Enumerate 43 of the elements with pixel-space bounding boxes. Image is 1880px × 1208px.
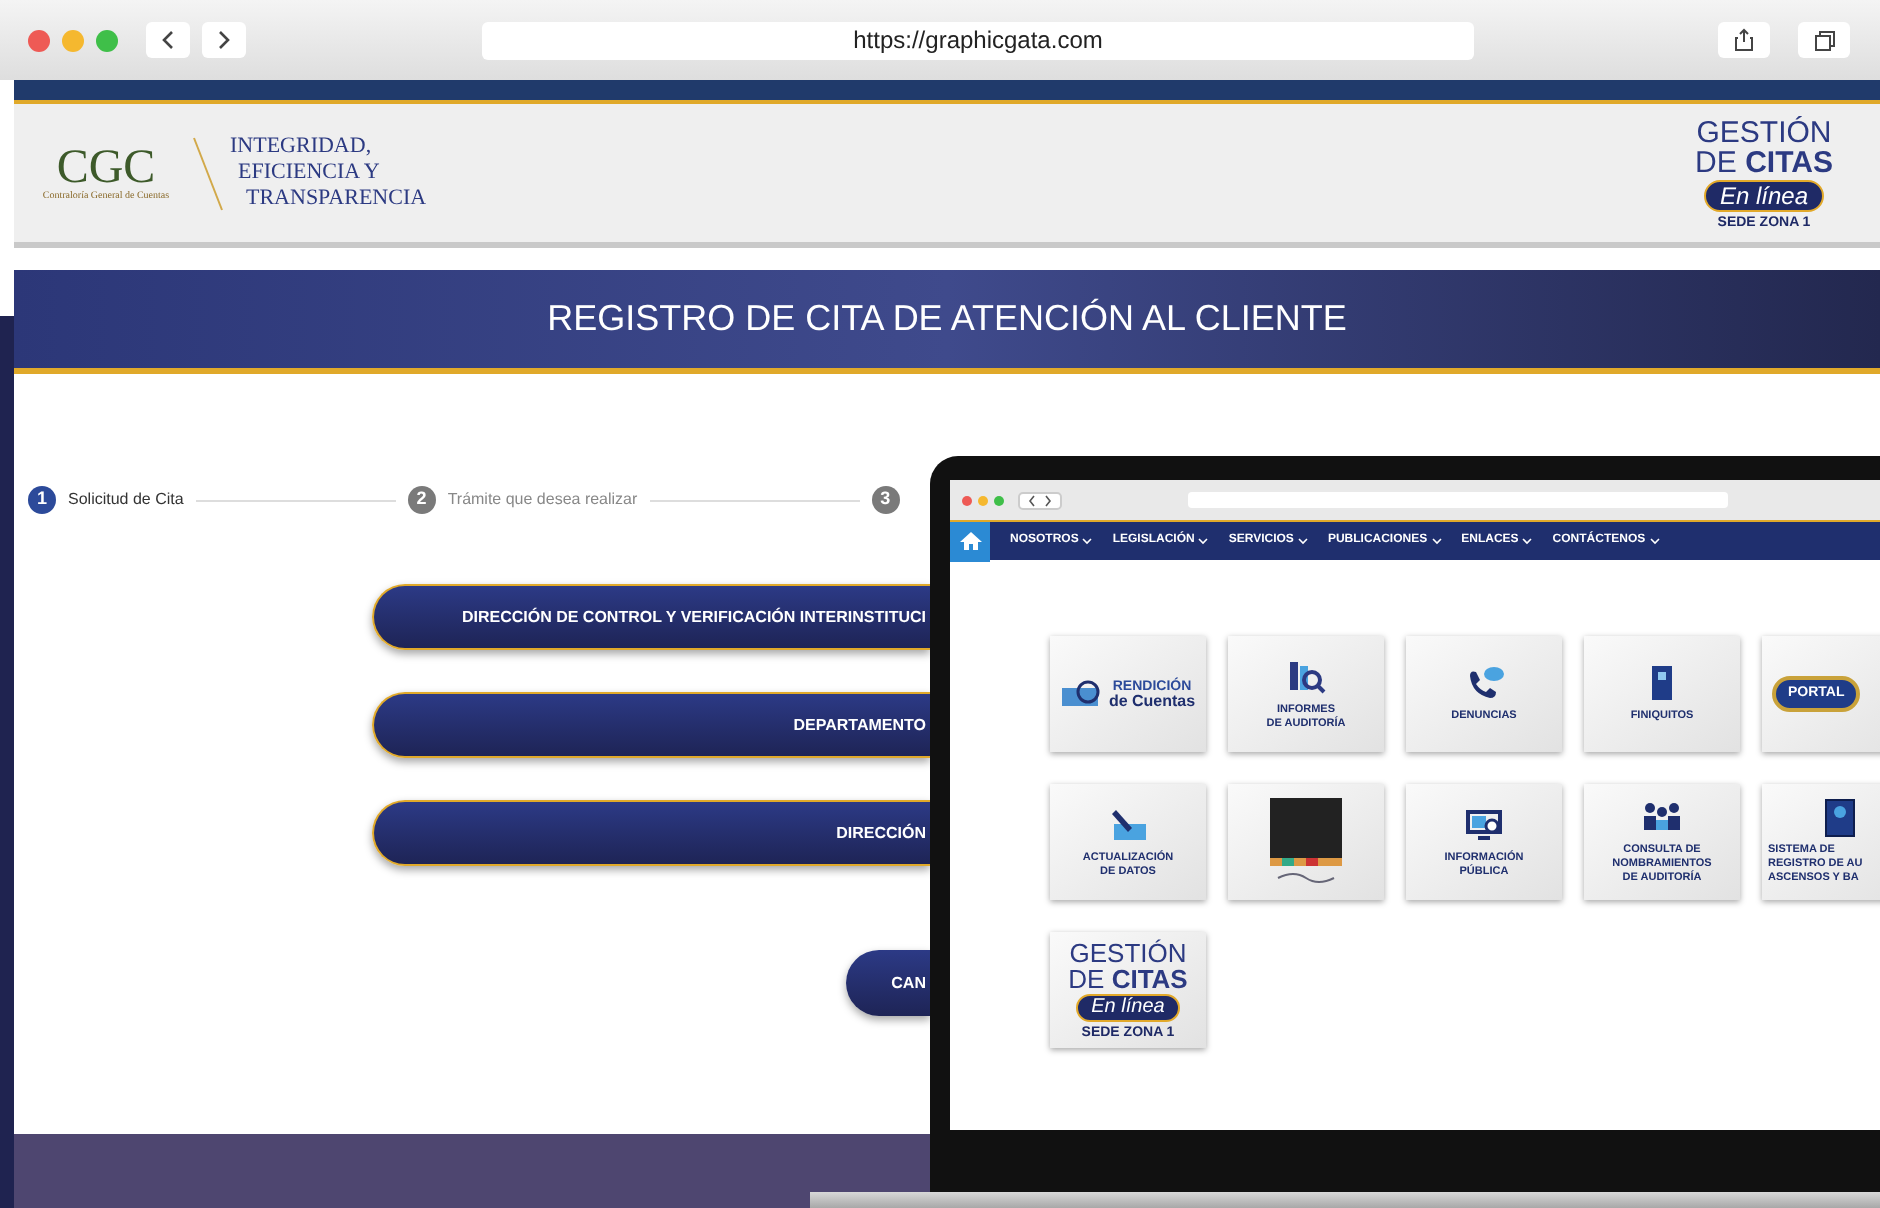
caret-down-icon [1297, 537, 1308, 545]
step-label: Solicitud de Cita [68, 488, 184, 512]
emblem-text: CGC [56, 144, 156, 192]
divider-line-icon [190, 133, 226, 213]
phone-chat-icon [1464, 664, 1504, 704]
step-number[interactable]: 2 [407, 486, 436, 514]
book-icon [1820, 798, 1860, 838]
tile-label: de Cuentas [1108, 693, 1196, 709]
tabs-icon [1813, 29, 1835, 51]
option-button[interactable]: DIRECCIÓN [372, 800, 930, 866]
slogan-line: TRANSPARENCIA [244, 186, 427, 212]
poster-thumbnail-drawing [1270, 798, 1342, 886]
buildings-magnifier-icon [1060, 678, 1105, 710]
slogan-line: EFICIENCIA Y [236, 160, 382, 186]
step-number[interactable]: 3 [871, 486, 900, 514]
chevron-right-icon [218, 30, 230, 50]
option-button[interactable]: DIRECCIÓN DE CONTROL Y VERIFICACIÓN INTERINSTITUCI [372, 584, 930, 650]
monitor-icon [1464, 805, 1504, 845]
back-button[interactable] [146, 22, 190, 58]
caret-down-icon [1198, 537, 1209, 545]
share-button[interactable] [1718, 22, 1770, 58]
pencil-icon [1108, 805, 1148, 845]
forward-button[interactable] [202, 22, 246, 58]
bar-chart-magnifier-icon [1286, 657, 1326, 697]
caret-down-icon [1082, 537, 1093, 545]
slogan-line: INTEGRIDAD, [230, 134, 374, 160]
share-icon [1734, 28, 1754, 52]
page-title-banner: REGISTRO DE CITA DE ATENCIÓN AL CLIENTE [14, 270, 1880, 374]
window-control-icon[interactable] [28, 29, 50, 51]
caret-down-icon [1431, 537, 1442, 545]
step-label: Trámite que desea realizar [447, 488, 638, 512]
shortcut-tile[interactable] [1228, 784, 1384, 900]
option-button[interactable]: DEPARTAMENTO [372, 692, 930, 758]
home-icon [959, 532, 981, 550]
chevron-left-icon [162, 30, 174, 50]
step-number[interactable]: 1 [28, 486, 56, 514]
address-bar[interactable]: https://graphicgata.com [482, 21, 1474, 59]
home-button[interactable] [950, 521, 990, 561]
navigation-arrows-icon [1018, 491, 1062, 509]
caret-down-icon [1649, 537, 1660, 545]
tabs-button[interactable] [1798, 22, 1850, 58]
caret-down-icon [1522, 537, 1533, 545]
cancel-button[interactable]: CAN [846, 950, 930, 1016]
